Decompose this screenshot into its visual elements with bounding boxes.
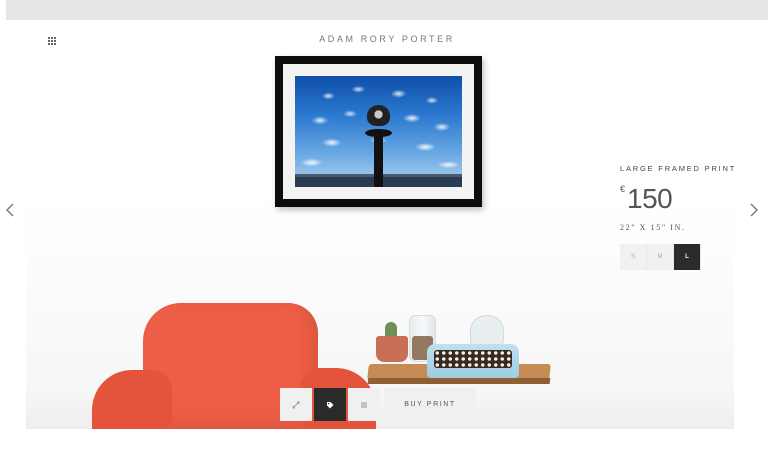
details-button[interactable] — [348, 388, 380, 421]
expand-button[interactable] — [280, 388, 312, 421]
print-mat — [283, 64, 474, 199]
glass-dome — [470, 315, 504, 345]
price-tag-button[interactable] — [314, 388, 346, 421]
menu-lines-icon — [361, 402, 367, 407]
size-option-l[interactable]: L — [674, 244, 701, 270]
size-option-s[interactable]: S — [620, 244, 647, 270]
framed-print-image — [275, 56, 482, 207]
expand-icon — [292, 401, 300, 408]
buy-print-button[interactable]: BUY PRINT — [384, 388, 476, 421]
browser-top-bar — [6, 0, 768, 20]
side-table-edge — [367, 378, 551, 384]
print-photo — [295, 76, 462, 187]
typewriter-keys — [434, 350, 512, 368]
price-value: 150 — [627, 183, 673, 214]
product-panel: LARGE FRAMED PRINT € 150 22" X 15" IN. S… — [620, 164, 760, 270]
tag-icon — [327, 401, 334, 408]
plant-pot — [376, 336, 408, 362]
currency-symbol: € — [620, 184, 626, 194]
bottom-toolbar: BUY PRINT — [280, 388, 476, 421]
chevron-left-icon[interactable] — [5, 203, 15, 217]
print-dimensions: 22" X 15" IN. — [620, 223, 686, 232]
size-option-m[interactable]: M — [647, 244, 674, 270]
price: € 150 — [620, 183, 760, 215]
product-type: LARGE FRAMED PRINT — [620, 164, 737, 173]
brand-title[interactable]: ADAM RORY PORTER — [6, 34, 768, 44]
size-selector: S M L — [620, 244, 760, 270]
